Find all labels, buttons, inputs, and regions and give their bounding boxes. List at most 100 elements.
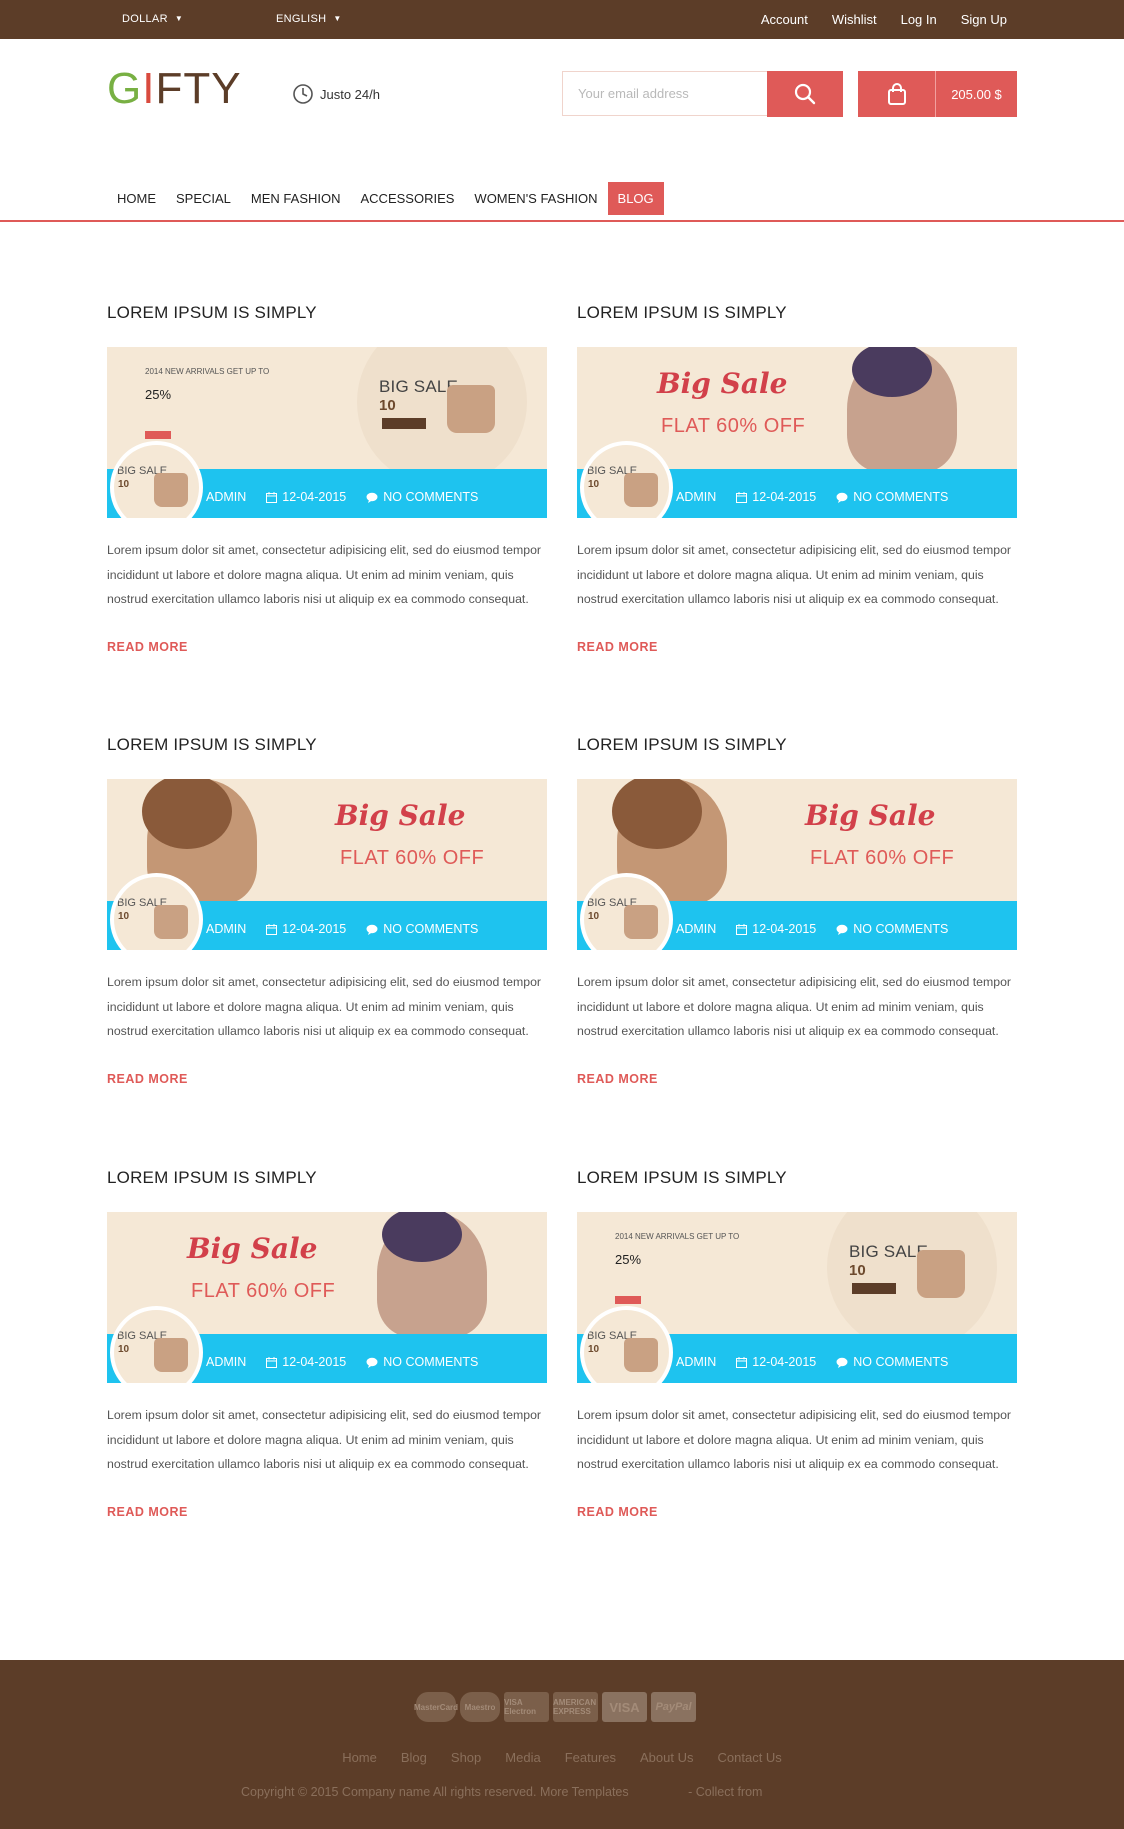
calendar-icon [736, 1356, 748, 1368]
comments-text: NO COMMENTS [383, 1355, 479, 1369]
post-comments[interactable]: NO COMMENTS [836, 490, 948, 504]
post-title[interactable]: LOREM IPSUM IS SIMPLY [107, 303, 547, 327]
blog-post: LOREM IPSUM IS SIMPLY Big Sale FLAT 60% … [577, 735, 1017, 1088]
comments-text: NO COMMENTS [383, 490, 479, 504]
comment-icon [366, 1357, 378, 1368]
banner-arrivals-text: 2014 NEW ARRIVALS GET UP TO [145, 367, 270, 376]
post-banner[interactable]: Big Sale FLAT 60% OFF BIG SALE 10 ADMIN … [577, 347, 1017, 518]
read-more-link[interactable]: READ MORE [577, 1505, 658, 1519]
nav-special[interactable]: SPECIAL [166, 182, 241, 215]
chevron-down-icon: ▼ [174, 14, 184, 23]
post-banner[interactable]: Big Sale FLAT 60% OFF BIG SALE 10 ADMIN … [577, 779, 1017, 950]
post-title[interactable]: LOREM IPSUM IS SIMPLY [577, 303, 1017, 327]
nav-divider [0, 220, 1124, 222]
footer-link-media[interactable]: Media [505, 1750, 540, 1765]
thumb-handbag-image [624, 905, 658, 939]
post-excerpt: Lorem ipsum dolor sit amet, consectetur … [107, 1408, 542, 1471]
post-comments[interactable]: NO COMMENTS [366, 1355, 478, 1369]
post-excerpt: Lorem ipsum dolor sit amet, consectetur … [107, 543, 542, 606]
footer-link-about[interactable]: About Us [640, 1750, 693, 1765]
wishlist-link[interactable]: Wishlist [832, 12, 877, 27]
post-banner[interactable]: 2014 NEW ARRIVALS GET UP TO 25% BIG SALE… [107, 347, 547, 518]
calendar-icon [266, 923, 278, 935]
footer-link-features[interactable]: Features [565, 1750, 616, 1765]
account-link[interactable]: Account [761, 12, 808, 27]
post-author[interactable]: ADMIN [676, 1355, 716, 1369]
site-logo[interactable]: GIFTY [107, 64, 242, 114]
comment-icon [836, 492, 848, 503]
post-comments[interactable]: NO COMMENTS [836, 922, 948, 936]
footer-link-contact[interactable]: Contact Us [718, 1750, 782, 1765]
post-date: 12-04-2015 [736, 1355, 816, 1369]
nav-accessories[interactable]: ACCESSORIES [351, 182, 465, 215]
chevron-down-icon: ▼ [333, 14, 342, 23]
banner-flat-off: FLAT 60% OFF [661, 415, 806, 437]
comments-text: NO COMMENTS [383, 922, 479, 936]
post-author[interactable]: ADMIN [676, 922, 716, 936]
post-comments[interactable]: NO COMMENTS [366, 490, 478, 504]
footer-link-shop[interactable]: Shop [451, 1750, 481, 1765]
email-input[interactable] [562, 71, 767, 116]
collect-from-text: - Collect from [688, 1785, 763, 1799]
comment-icon [366, 924, 378, 935]
copyright: Copyright © 2015 Company name All rights… [241, 1785, 762, 1799]
post-author[interactable]: ADMIN [676, 490, 716, 504]
account-links: Account Wishlist Log In Sign Up [761, 12, 1007, 27]
banner-big-sale-script: Big Sale [335, 799, 466, 832]
nav-womens-fashion[interactable]: WOMEN'S FASHION [464, 182, 607, 215]
post-author[interactable]: ADMIN [206, 922, 246, 936]
post-date: 12-04-2015 [266, 490, 346, 504]
nav-home[interactable]: HOME [107, 182, 166, 215]
post-author[interactable]: ADMIN [206, 490, 246, 504]
cart-button[interactable]: 205.00 $ [858, 71, 1017, 117]
search-icon [794, 83, 816, 105]
nav-blog[interactable]: BLOG [607, 182, 664, 215]
thumb-handbag-image [624, 1338, 658, 1372]
banner-dark-button [852, 1283, 896, 1294]
post-author[interactable]: ADMIN [206, 1355, 246, 1369]
footer-link-home[interactable]: Home [342, 1750, 377, 1765]
footer-link-blog[interactable]: Blog [401, 1750, 427, 1765]
opening-hours: Justo 24/h [292, 83, 380, 105]
post-comments[interactable]: NO COMMENTS [836, 1355, 948, 1369]
post-title[interactable]: LOREM IPSUM IS SIMPLY [107, 1168, 547, 1192]
signup-link[interactable]: Sign Up [961, 12, 1007, 27]
date-text: 12-04-2015 [752, 922, 817, 936]
banner-circle [827, 1212, 997, 1352]
post-title[interactable]: LOREM IPSUM IS SIMPLY [107, 735, 547, 759]
search-button[interactable] [767, 71, 843, 117]
post-excerpt: Lorem ipsum dolor sit amet, consectetur … [577, 543, 1012, 606]
hours-text: Justo 24/h [320, 86, 380, 102]
read-more-link[interactable]: READ MORE [577, 640, 658, 654]
read-more-link[interactable]: READ MORE [107, 640, 188, 654]
payment-cards: MasterCard Maestro VISA Electron AMERICA… [414, 1692, 696, 1722]
post-meta: ADMIN 12-04-2015 NO COMMENTS [206, 922, 478, 936]
thumb-ten: 10 [588, 911, 600, 922]
currency-selector[interactable]: DOLLAR ▼ [122, 13, 183, 25]
blog-post: LOREM IPSUM IS SIMPLY Big Sale FLAT 60% … [577, 303, 1017, 656]
author-text: ADMIN [206, 922, 247, 936]
post-meta: ADMIN 12-04-2015 NO COMMENTS [206, 490, 478, 504]
post-title[interactable]: LOREM IPSUM IS SIMPLY [577, 735, 1017, 759]
post-banner[interactable]: Big Sale FLAT 60% OFF BIG SALE 10 ADMIN … [107, 1212, 547, 1383]
read-more-link[interactable]: READ MORE [577, 1072, 658, 1086]
post-date: 12-04-2015 [736, 490, 816, 504]
login-link[interactable]: Log In [901, 12, 937, 27]
read-more-link[interactable]: READ MORE [107, 1505, 188, 1519]
post-title[interactable]: LOREM IPSUM IS SIMPLY [577, 1168, 1017, 1192]
post-banner[interactable]: Big Sale FLAT 60% OFF BIG SALE 10 ADMIN … [107, 779, 547, 950]
calendar-icon [266, 491, 278, 503]
language-selector[interactable]: ENGLISH ▼ [276, 13, 342, 25]
post-banner[interactable]: 2014 NEW ARRIVALS GET UP TO 25% BIG SALE… [577, 1212, 1017, 1383]
nav-men-fashion[interactable]: MEN FASHION [241, 182, 351, 215]
banner-ten: 10 [849, 1262, 866, 1279]
calendar-icon [736, 923, 748, 935]
read-more-link[interactable]: READ MORE [107, 1072, 188, 1086]
post-comments[interactable]: NO COMMENTS [366, 922, 478, 936]
post-excerpt: Lorem ipsum dolor sit amet, consectetur … [577, 1408, 1012, 1471]
comments-text: NO COMMENTS [853, 490, 949, 504]
logo-letter-g: G [107, 64, 143, 113]
comments-text: NO COMMENTS [853, 1355, 949, 1369]
post-thumbnail: BIG SALE 10 [110, 441, 203, 518]
date-text: 12-04-2015 [752, 1355, 817, 1369]
